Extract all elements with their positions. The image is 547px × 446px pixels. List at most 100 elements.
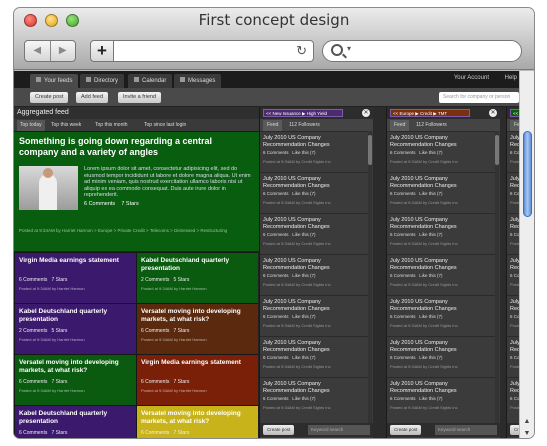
comments-link[interactable]: 6 Comments xyxy=(510,150,519,155)
close-icon[interactable]: ✕ xyxy=(362,109,370,117)
featured-story[interactable]: Something is going down regarding a cent… xyxy=(14,131,259,251)
column-scrollbar[interactable] xyxy=(368,131,372,431)
feed-item-title[interactable]: July 2010 US Company Recommendation Chan… xyxy=(263,340,363,354)
feed-item-title[interactable]: July 2010 US Company Recommendation Chan… xyxy=(510,381,519,395)
column-selector[interactable]: << Europe ▶ Credit ▶ TMT xyxy=(390,109,470,117)
stars-link[interactable]: 7 Stars xyxy=(174,379,190,385)
featured-title[interactable]: Something is going down regarding a cent… xyxy=(19,136,254,158)
tile-title[interactable]: Virgin Media earnings statement xyxy=(19,257,133,265)
comments-link[interactable]: 6 Comments xyxy=(390,191,416,196)
comments-link[interactable]: 6 Comments xyxy=(390,396,416,401)
like-link[interactable]: Like this (7) xyxy=(419,191,442,196)
column-tab[interactable]: 112 Followers xyxy=(412,120,451,131)
comments-link[interactable]: 6 Comments xyxy=(19,277,47,283)
feed-item[interactable]: July 2010 US Company Recommendation Chan… xyxy=(387,254,495,294)
feed-item-title[interactable]: July 2010 US Company Recommendation Chan… xyxy=(510,258,519,272)
feed-item[interactable]: July 2010 US Company Recommendation Chan… xyxy=(507,377,519,417)
feed-item-title[interactable]: July 2010 US Company Recommendation Chan… xyxy=(510,176,519,190)
comments-link[interactable]: 6 Comments xyxy=(510,314,519,319)
like-link[interactable]: Like this (7) xyxy=(292,232,315,237)
tile-title[interactable]: Kabel Deutschland quarterly presentation xyxy=(19,410,133,426)
filter-top-today[interactable]: Top today xyxy=(17,120,45,131)
stars-link[interactable]: 7 Stars xyxy=(52,277,68,283)
like-link[interactable]: Like this (7) xyxy=(292,314,315,319)
tab-directory[interactable]: Directory xyxy=(80,74,125,88)
story-tile[interactable]: Versatel moving into developing markets,… xyxy=(14,354,136,405)
like-link[interactable]: Like this (7) xyxy=(419,232,442,237)
feed-item-title[interactable]: July 2010 US Company Recommendation Chan… xyxy=(390,299,490,313)
feed-item[interactable]: July 2010 US Company Recommendation Chan… xyxy=(507,172,519,212)
feed-item[interactable]: July 2010 US Company Recommendation Chan… xyxy=(260,295,368,335)
like-link[interactable]: Like this (7) xyxy=(419,150,442,155)
column-tab[interactable]: 112 Followers xyxy=(285,120,324,131)
column-tab[interactable]: Feed xyxy=(510,120,519,131)
browser-search-input[interactable]: ▾ xyxy=(322,40,522,62)
filter-top-month[interactable]: Top this month xyxy=(92,120,131,131)
column-create-post-button[interactable]: Create post xyxy=(263,425,295,435)
comments-link[interactable]: 6 Comments xyxy=(263,355,289,360)
story-tile[interactable]: Kabel Deutschland quarterly presentation… xyxy=(136,252,258,303)
comments-link[interactable]: 6 Comments xyxy=(390,273,416,278)
feed-item[interactable]: July 2010 US Company Recommendation Chan… xyxy=(387,172,495,212)
comments-link[interactable]: 6 Comments xyxy=(390,232,416,237)
feed-item-title[interactable]: July 2010 US Company Recommendation Chan… xyxy=(390,258,490,272)
feed-item-title[interactable]: July 2010 US Company Recommendation Chan… xyxy=(390,381,490,395)
stars-link[interactable]: 7 Stars xyxy=(52,430,68,436)
tab-calendar[interactable]: Calendar xyxy=(128,74,173,88)
comments-link[interactable]: 6 Comments xyxy=(19,430,47,436)
column-scrollbar[interactable] xyxy=(495,131,499,431)
stars-link[interactable]: 5 Stars xyxy=(174,277,190,283)
tab-messages[interactable]: Messages xyxy=(174,74,222,88)
feed-item[interactable]: July 2010 US Company Recommendation Chan… xyxy=(507,254,519,294)
column-selector[interactable]: << Dist xyxy=(510,109,519,117)
comments-link[interactable]: 6 Comments xyxy=(390,314,416,319)
comments-link[interactable]: 6 Comments xyxy=(510,273,519,278)
feed-item[interactable]: July 2010 US Company Recommendation Chan… xyxy=(387,377,495,417)
tile-title[interactable]: Versatel moving into developing markets,… xyxy=(19,359,133,375)
feed-item-title[interactable]: July 2010 US Company Recommendation Chan… xyxy=(263,135,363,149)
comments-link[interactable]: 6 Comments xyxy=(510,396,519,401)
feed-item-title[interactable]: July 2010 US Company Recommendation Chan… xyxy=(390,340,490,354)
story-tile[interactable]: Versatel moving into developing markets,… xyxy=(136,303,258,354)
account-link[interactable]: Your Account xyxy=(454,75,489,81)
stars-link[interactable]: 7 Stars xyxy=(121,201,138,207)
feed-item-title[interactable]: July 2010 US Company Recommendation Chan… xyxy=(390,217,490,231)
like-link[interactable]: Like this (7) xyxy=(292,191,315,196)
add-feed-button[interactable]: Add feed xyxy=(76,92,109,103)
feed-item-title[interactable]: July 2010 US Company Recommendation Chan… xyxy=(390,135,490,149)
feed-item-title[interactable]: July 2010 US Company Recommendation Chan… xyxy=(263,217,363,231)
filter-top-week[interactable]: Top this week xyxy=(48,120,84,131)
feed-item[interactable]: July 2010 US Company Recommendation Chan… xyxy=(387,336,495,376)
chevron-down-icon[interactable]: ▾ xyxy=(347,44,351,53)
like-link[interactable]: Like this (7) xyxy=(292,355,315,360)
feed-item[interactable]: July 2010 US Company Recommendation Chan… xyxy=(507,336,519,376)
tile-title[interactable]: Kabel Deutschland quarterly presentation xyxy=(19,308,133,324)
feed-item-title[interactable]: July 2010 US Company Recommendation Chan… xyxy=(510,217,519,231)
feed-item-title[interactable]: July 2010 US Company Recommendation Chan… xyxy=(510,135,519,149)
scrollbar-thumb[interactable] xyxy=(523,131,532,217)
company-search-input[interactable]: Search for company or person xyxy=(439,92,519,103)
feed-item[interactable]: July 2010 US Company Recommendation Chan… xyxy=(387,131,495,171)
like-link[interactable]: Like this (7) xyxy=(419,396,442,401)
tile-title[interactable]: Kabel Deutschland quarterly presentation xyxy=(141,257,255,273)
feed-item[interactable]: July 2010 US Company Recommendation Chan… xyxy=(387,295,495,335)
stars-link[interactable]: 7 Stars xyxy=(174,430,190,436)
like-link[interactable]: Like this (7) xyxy=(292,396,315,401)
tile-title[interactable]: Versatel moving into developing markets,… xyxy=(141,308,255,324)
comments-link[interactable]: 6 Comments xyxy=(263,396,289,401)
comments-link[interactable]: 6 Comments xyxy=(84,201,115,207)
stars-link[interactable]: 5 Stars xyxy=(52,328,68,334)
feed-item-title[interactable]: July 2010 US Company Recommendation Chan… xyxy=(263,176,363,190)
story-tile[interactable]: Kabel Deutschland quarterly presentation… xyxy=(14,405,136,438)
like-link[interactable]: Like this (7) xyxy=(419,273,442,278)
filter-since-login[interactable]: Top since last login xyxy=(141,120,189,131)
column-create-post-button[interactable]: Create post xyxy=(390,425,422,435)
forward-arrow-icon[interactable]: ▶ xyxy=(51,41,76,61)
feed-item-title[interactable]: July 2010 US Company Recommendation Chan… xyxy=(510,299,519,313)
feed-item[interactable]: July 2010 US Company Recommendation Chan… xyxy=(387,213,495,253)
stars-link[interactable]: 7 Stars xyxy=(174,328,190,334)
column-selector[interactable]: << New Issuance ▶ High Yield xyxy=(263,109,343,117)
tab-your-feeds[interactable]: Your feeds xyxy=(30,74,79,88)
comments-link[interactable]: 6 Comments xyxy=(141,430,169,436)
comments-link[interactable]: 6 Comments xyxy=(390,150,416,155)
